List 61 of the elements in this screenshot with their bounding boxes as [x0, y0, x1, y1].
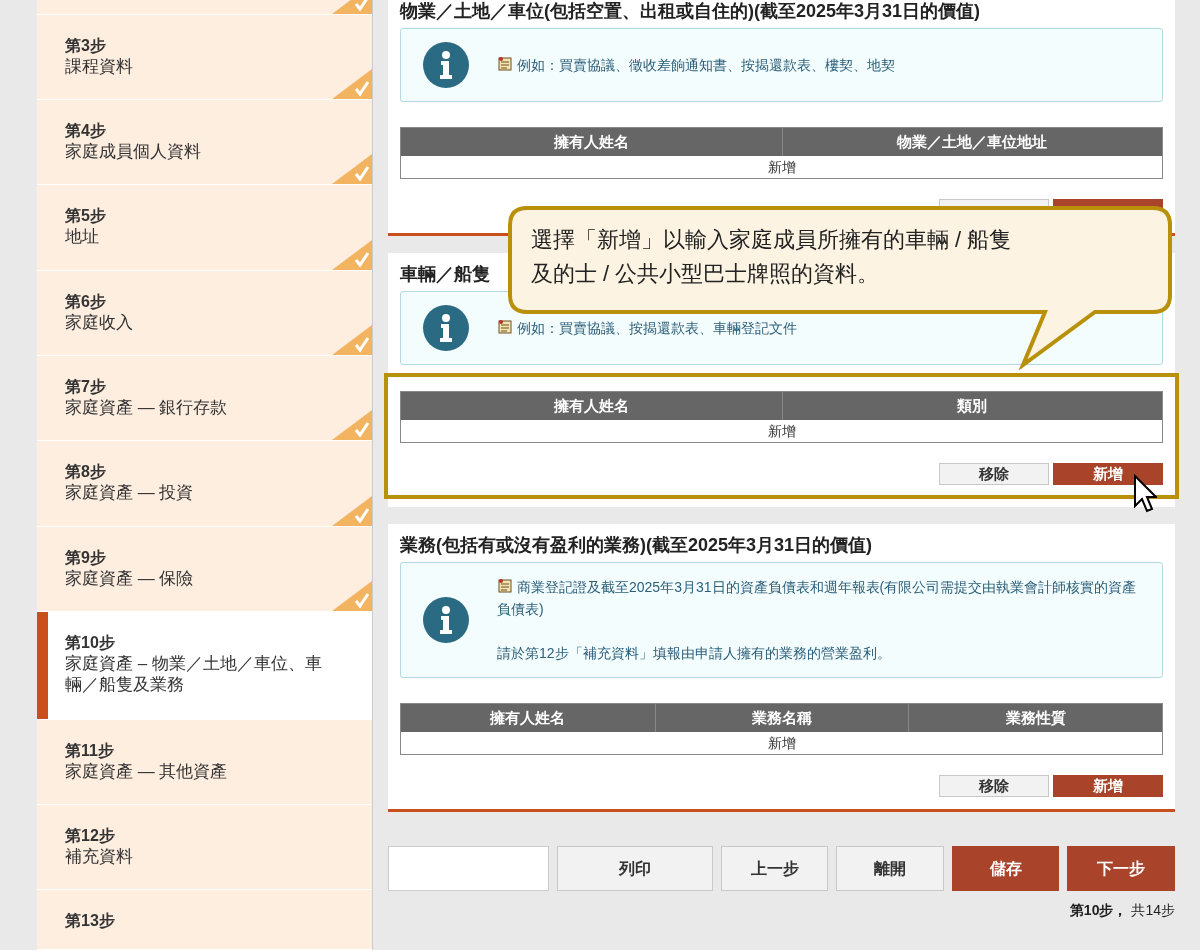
sidebar-item[interactable]: 第9步 家庭資產 — 保險 — [37, 526, 372, 612]
scroll-icon — [497, 578, 513, 594]
step-number: 第13步 — [65, 911, 116, 932]
step-number: 第10步 — [65, 632, 116, 653]
nav-button[interactable]: 儲存 — [951, 846, 1060, 891]
step-number: 第9步 — [65, 547, 107, 568]
sidebar-item[interactable]: 第5步 地址 — [37, 185, 372, 271]
add-button[interactable]: 新增 — [1053, 775, 1163, 797]
info-text: 例如：買賣協議、按揭還款表、車輛登記文件 — [497, 317, 797, 339]
remove-button[interactable]: 移除 — [939, 775, 1049, 797]
sidebar-item[interactable] — [37, 0, 372, 15]
sidebar-item[interactable]: 第4步 家庭成員個人資料 — [37, 100, 372, 186]
step-title: 家庭收入 — [65, 311, 134, 333]
callout-text: 選擇「新增」以輸入家庭成員所擁有的車輛 / 船隻 及的士 / 公共小型巴士牌照的資料。 — [531, 226, 1012, 288]
nav-button[interactable]: 上一步 — [720, 846, 829, 891]
column-header: 擁有人姓名 — [552, 132, 630, 152]
nav-button[interactable]: 離開 — [836, 846, 944, 891]
sidebar-item[interactable]: 第6步 家庭收入 — [37, 270, 372, 356]
info-text: 例如：買賣協議、徵收差餉通知書、按揭還款表、樓契、地契 — [497, 54, 895, 76]
step-title: 家庭資產 — 保險 — [65, 567, 195, 589]
sidebar-item[interactable]: 第10步 家庭資產 – 物業／土地／車位、車輛／船隻及業務 — [37, 611, 372, 720]
info-text: 請於第12步「補充資料」填報由申請人擁有的業務的營業盈利。 — [497, 644, 892, 663]
scroll-icon — [497, 319, 513, 335]
step-title: 家庭資產 – 物業／土地／車位、車輛／船隻及業務 — [65, 652, 323, 695]
step-number: 第5步 — [65, 206, 107, 227]
sidebar-item[interactable]: 第11步 家庭資產 — 其他資產 — [37, 719, 372, 806]
step-title: 課程資料 — [65, 55, 134, 77]
info-icon — [423, 305, 469, 351]
scroll-icon — [497, 56, 513, 72]
step-number: 第4步 — [65, 121, 107, 142]
step-number: 第12步 — [65, 826, 116, 847]
nav-button[interactable]: 下一步 — [1067, 846, 1175, 891]
section-title: 業務(包括有或沒有盈利的業務)(截至2025年3月31日的價值) — [400, 534, 873, 556]
total-steps: 共14步 — [1131, 901, 1175, 919]
info-icon — [423, 597, 469, 643]
sidebar-item[interactable]: 第12步 補充資料 — [37, 805, 372, 891]
info-text: 商業登記證及截至2025年3月31日的資產負債表和週年報表(有限公司需提交由執業會計師核實的資產負債表) — [497, 577, 1138, 619]
current-step: 第10步， — [1069, 901, 1128, 919]
sidebar-item[interactable]: 第13步 — [37, 890, 372, 950]
info-icon — [423, 42, 469, 88]
step-number: 第3步 — [65, 35, 107, 56]
column-header: 擁有人姓名 — [489, 708, 567, 728]
column-header: 擁有人姓名 — [552, 396, 630, 416]
remove-button[interactable]: 移除 — [939, 463, 1049, 485]
step-number: 第6步 — [65, 291, 107, 312]
step-title: 家庭資產 — 投資 — [65, 482, 195, 504]
add-button[interactable]: 新增 — [1053, 463, 1163, 485]
step-title: 家庭資產 — 其他資產 — [65, 760, 229, 782]
step-number: 第7步 — [65, 376, 107, 397]
step-title: 補充資料 — [65, 846, 134, 868]
section-title: 車輛／船隻 — [400, 263, 490, 285]
step-title: 家庭成員個人資料 — [65, 141, 202, 163]
step-number: 第8步 — [65, 462, 107, 483]
step-title: 地址 — [65, 226, 100, 248]
sidebar-item[interactable]: 第3步 課程資料 — [37, 14, 372, 101]
nav-button[interactable]: 列印 — [557, 846, 713, 891]
step-title: 家庭資產 — 銀行存款 — [65, 396, 229, 418]
sidebar-item[interactable]: 第8步 家庭資產 — 投資 — [37, 441, 372, 527]
section-title: 物業／土地／車位(包括空置、出租或自住的)(截至2025年3月31日的價值) — [400, 0, 981, 22]
step-number: 第11步 — [65, 740, 115, 761]
sidebar-item[interactable]: 第7步 家庭資產 — 銀行存款 — [37, 355, 372, 442]
